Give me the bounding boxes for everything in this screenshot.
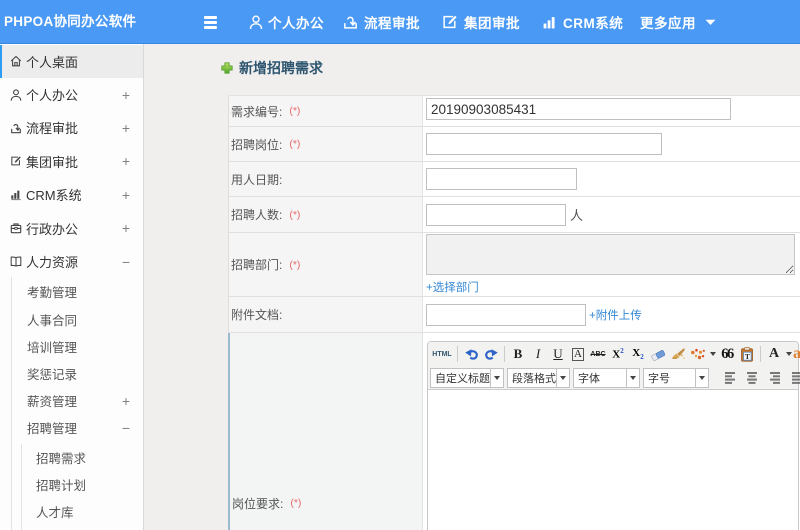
svg-text:T: T bbox=[745, 352, 750, 361]
